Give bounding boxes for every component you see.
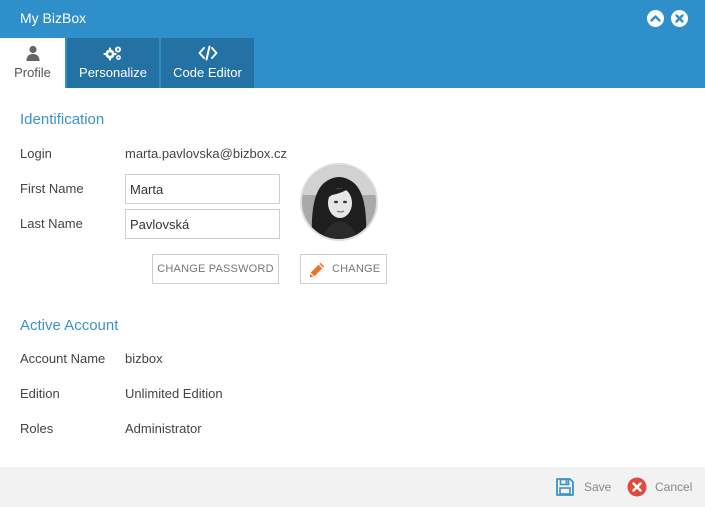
dialog-footer: Save Cancel (0, 467, 705, 507)
account-name-label: Account Name (20, 351, 106, 366)
profile-dialog: My BizBox Profile Personalize Code Edito… (0, 0, 705, 507)
save-icon (555, 477, 575, 502)
tab-code-editor[interactable]: Code Editor (161, 38, 254, 88)
gears-icon (103, 45, 123, 67)
tab-code-editor-label: Code Editor (173, 65, 242, 80)
save-label: Save (584, 480, 612, 494)
last-name-field[interactable] (125, 209, 280, 239)
chevron-up-icon (650, 15, 661, 22)
roles-label: Roles (20, 421, 54, 436)
user-icon (25, 45, 41, 66)
account-name-value: bizbox (125, 351, 163, 366)
change-avatar-label: CHANGE (332, 263, 381, 275)
save-button[interactable]: Save (555, 477, 615, 497)
change-password-button[interactable]: CHANGE PASSWORD (152, 254, 279, 284)
avatar (300, 163, 378, 241)
close-icon (675, 14, 684, 23)
tab-profile[interactable]: Profile (0, 38, 65, 88)
tab-personalize[interactable]: Personalize (67, 38, 159, 88)
code-icon (198, 45, 218, 66)
change-avatar-button[interactable]: CHANGE (300, 254, 387, 284)
first-name-field[interactable] (125, 174, 280, 204)
info-icon[interactable] (681, 91, 695, 114)
edition-label: Edition (20, 386, 60, 401)
avatar-photo (302, 165, 376, 239)
edition-value: Unlimited Edition (125, 386, 223, 401)
pencil-icon (308, 261, 326, 282)
last-name-label: Last Name (20, 216, 83, 231)
roles-value: Administrator (125, 421, 202, 436)
login-label: Login (20, 146, 52, 161)
tab-profile-label: Profile (14, 65, 51, 80)
cancel-button[interactable]: Cancel (627, 477, 697, 497)
cancel-label: Cancel (655, 480, 693, 494)
identification-heading: Identification (20, 111, 105, 128)
login-value: marta.pavlovska@bizbox.cz (125, 146, 288, 161)
tab-bar: Profile Personalize Code Editor (0, 38, 705, 108)
collapse-button[interactable] (647, 10, 664, 27)
active-account-heading: Active Account (20, 317, 119, 334)
cancel-icon (627, 477, 647, 502)
first-name-label: First Name (20, 181, 84, 196)
close-button[interactable] (671, 10, 688, 27)
window-title: My BizBox (20, 10, 87, 26)
change-password-label: CHANGE PASSWORD (157, 263, 274, 275)
tab-personalize-label: Personalize (79, 65, 147, 80)
title-bar: My BizBox (0, 0, 705, 38)
